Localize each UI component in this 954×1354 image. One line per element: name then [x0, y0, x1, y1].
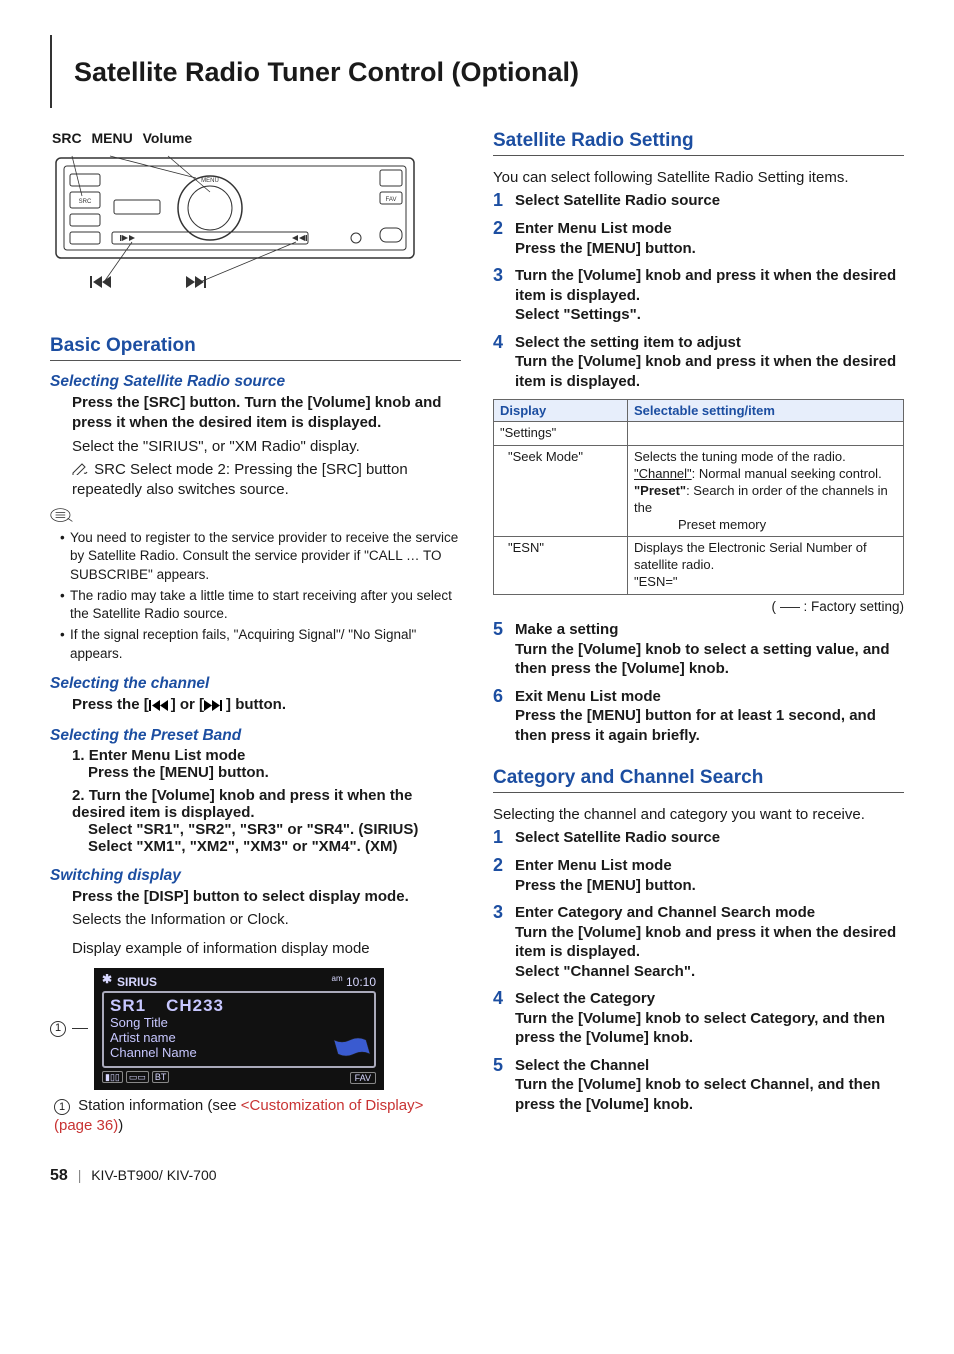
- selecting-channel-heading: Selecting the channel: [50, 675, 461, 693]
- right-column: Satellite Radio Setting You can select f…: [493, 130, 904, 1139]
- srs-step-3: 3 Turn the [Volume] knob and press it wh…: [493, 266, 904, 325]
- footer-separator: |: [78, 1167, 82, 1183]
- factory-setting-note: ( : Factory setting): [493, 599, 904, 614]
- settings-table: Display Selectable setting/item "Setting…: [493, 399, 904, 595]
- note-icon: [50, 506, 461, 529]
- two-column-layout: SRC MENU Volume MENU SRC: [50, 130, 904, 1139]
- srs-step-5: 5 Make a setting Turn the [Volume] knob …: [493, 620, 904, 679]
- display-status-icons: ▮▯▯▭▭BT: [102, 1072, 172, 1084]
- display-fav-badge: FAV: [350, 1072, 376, 1084]
- callout-description: 1 Station information (see <Customizatio…: [50, 1096, 461, 1137]
- model-name: KIV-BT900/ KIV-700: [91, 1167, 216, 1183]
- selecting-preset-heading: Selecting the Preset Band: [50, 727, 461, 745]
- td-seek-mode: "Seek Mode": [494, 445, 628, 536]
- display-channel-name: Channel Name: [110, 1046, 368, 1061]
- note-item: You need to register to the service prov…: [60, 529, 461, 584]
- svg-text:FAV: FAV: [386, 197, 397, 203]
- page-footer: 58 | KIV-BT900/ KIV-700: [50, 1167, 904, 1185]
- display-time: am 10:10: [332, 974, 377, 989]
- th-setting: Selectable setting/item: [628, 400, 904, 422]
- control-label-row: SRC MENU Volume: [50, 130, 461, 146]
- selecting-source-note: Select the "SIRIUS", or "XM Radio" displ…: [72, 437, 461, 457]
- label-volume: Volume: [143, 130, 193, 146]
- td-esn: "ESN": [494, 537, 628, 595]
- display-example-row: 1 SIRIUS am 10:10 SR1 CH233 Song Title: [50, 962, 461, 1096]
- ccs-step-3: 3 Enter Category and Channel Search mode…: [493, 903, 904, 981]
- switch-display-instruction: Press the [DISP] button to select displa…: [72, 887, 461, 907]
- flag-icon: [332, 1036, 374, 1064]
- basic-operation-heading: Basic Operation: [50, 335, 461, 361]
- td-esn-desc: Displays the Electronic Serial Number of…: [628, 537, 904, 595]
- ccs-step-1: 1 Select Satellite Radio source: [493, 828, 904, 848]
- ccs-intro: Selecting the channel and category you w…: [493, 805, 904, 825]
- category-channel-search-heading: Category and Channel Search: [493, 767, 904, 793]
- display-band: SR1: [110, 996, 146, 1016]
- label-menu: MENU: [91, 130, 132, 146]
- callout-leader-line: [72, 1028, 88, 1029]
- srs-step-4: 4 Select the setting item to adjust Turn…: [493, 333, 904, 392]
- selecting-channel-text: Press the [] or [] button.: [50, 695, 461, 715]
- switching-display-heading: Switching display: [50, 867, 461, 885]
- srs-step-6: 6 Exit Menu List mode Press the [MENU] b…: [493, 687, 904, 746]
- selecting-source-heading: Selecting Satellite Radio source: [50, 373, 461, 391]
- page-title: Satellite Radio Tuner Control (Optional): [74, 35, 904, 108]
- prev-track-icon: [149, 700, 171, 711]
- pen-icon: [72, 461, 88, 473]
- note-item: The radio may take a little time to star…: [60, 587, 461, 623]
- source-notes-list: You need to register to the service prov…: [50, 529, 461, 663]
- display-artist: Artist name: [110, 1031, 368, 1046]
- note-item: If the signal reception fails, "Acquirin…: [60, 626, 461, 662]
- ccs-step-4: 4 Select the Category Turn the [Volume] …: [493, 989, 904, 1048]
- preset-step-2: 2. Turn the [Volume] knob and press it w…: [72, 787, 461, 855]
- display-channel: CH233: [166, 996, 224, 1016]
- callout-number: 1: [50, 1021, 66, 1037]
- td-settings: "Settings": [494, 422, 628, 446]
- page-number: 58: [50, 1167, 68, 1184]
- display-song: Song Title: [110, 1016, 368, 1031]
- srs-step-1: 1 Select Satellite Radio source: [493, 191, 904, 211]
- display-example-caption: Display example of information display m…: [72, 939, 461, 959]
- radio-face-illustration: MENU SRC FAV: [50, 148, 420, 308]
- switch-display-desc: Selects the Information or Clock.: [72, 910, 461, 930]
- th-display: Display: [494, 400, 628, 422]
- svg-text:SRC: SRC: [79, 199, 92, 205]
- left-column: SRC MENU Volume MENU SRC: [50, 130, 461, 1139]
- srs-step-2: 2 Enter Menu List mode Press the [MENU] …: [493, 219, 904, 258]
- display-mockup: SIRIUS am 10:10 SR1 CH233 Song Title Art…: [94, 968, 384, 1090]
- page-title-container: Satellite Radio Tuner Control (Optional): [50, 35, 904, 108]
- ccs-step-5: 5 Select the Channel Turn the [Volume] k…: [493, 1056, 904, 1115]
- display-brand: SIRIUS: [102, 974, 157, 989]
- srs-intro: You can select following Satellite Radio…: [493, 168, 904, 188]
- td-seek-desc: Selects the tuning mode of the radio. "C…: [628, 445, 904, 536]
- next-track-icon: [204, 700, 226, 711]
- svg-text:MENU: MENU: [201, 178, 219, 184]
- ccs-step-2: 2 Enter Menu List mode Press the [MENU] …: [493, 856, 904, 895]
- satellite-radio-setting-heading: Satellite Radio Setting: [493, 130, 904, 156]
- label-src: SRC: [52, 130, 82, 146]
- src-select-mode2: SRC Select mode 2: Pressing the [SRC] bu…: [72, 460, 461, 501]
- preset-step-1: 1. Enter Menu List mode Press the [MENU]…: [72, 747, 461, 781]
- selecting-source-instruction: Press the [SRC] button. Turn the [Volume…: [72, 393, 461, 434]
